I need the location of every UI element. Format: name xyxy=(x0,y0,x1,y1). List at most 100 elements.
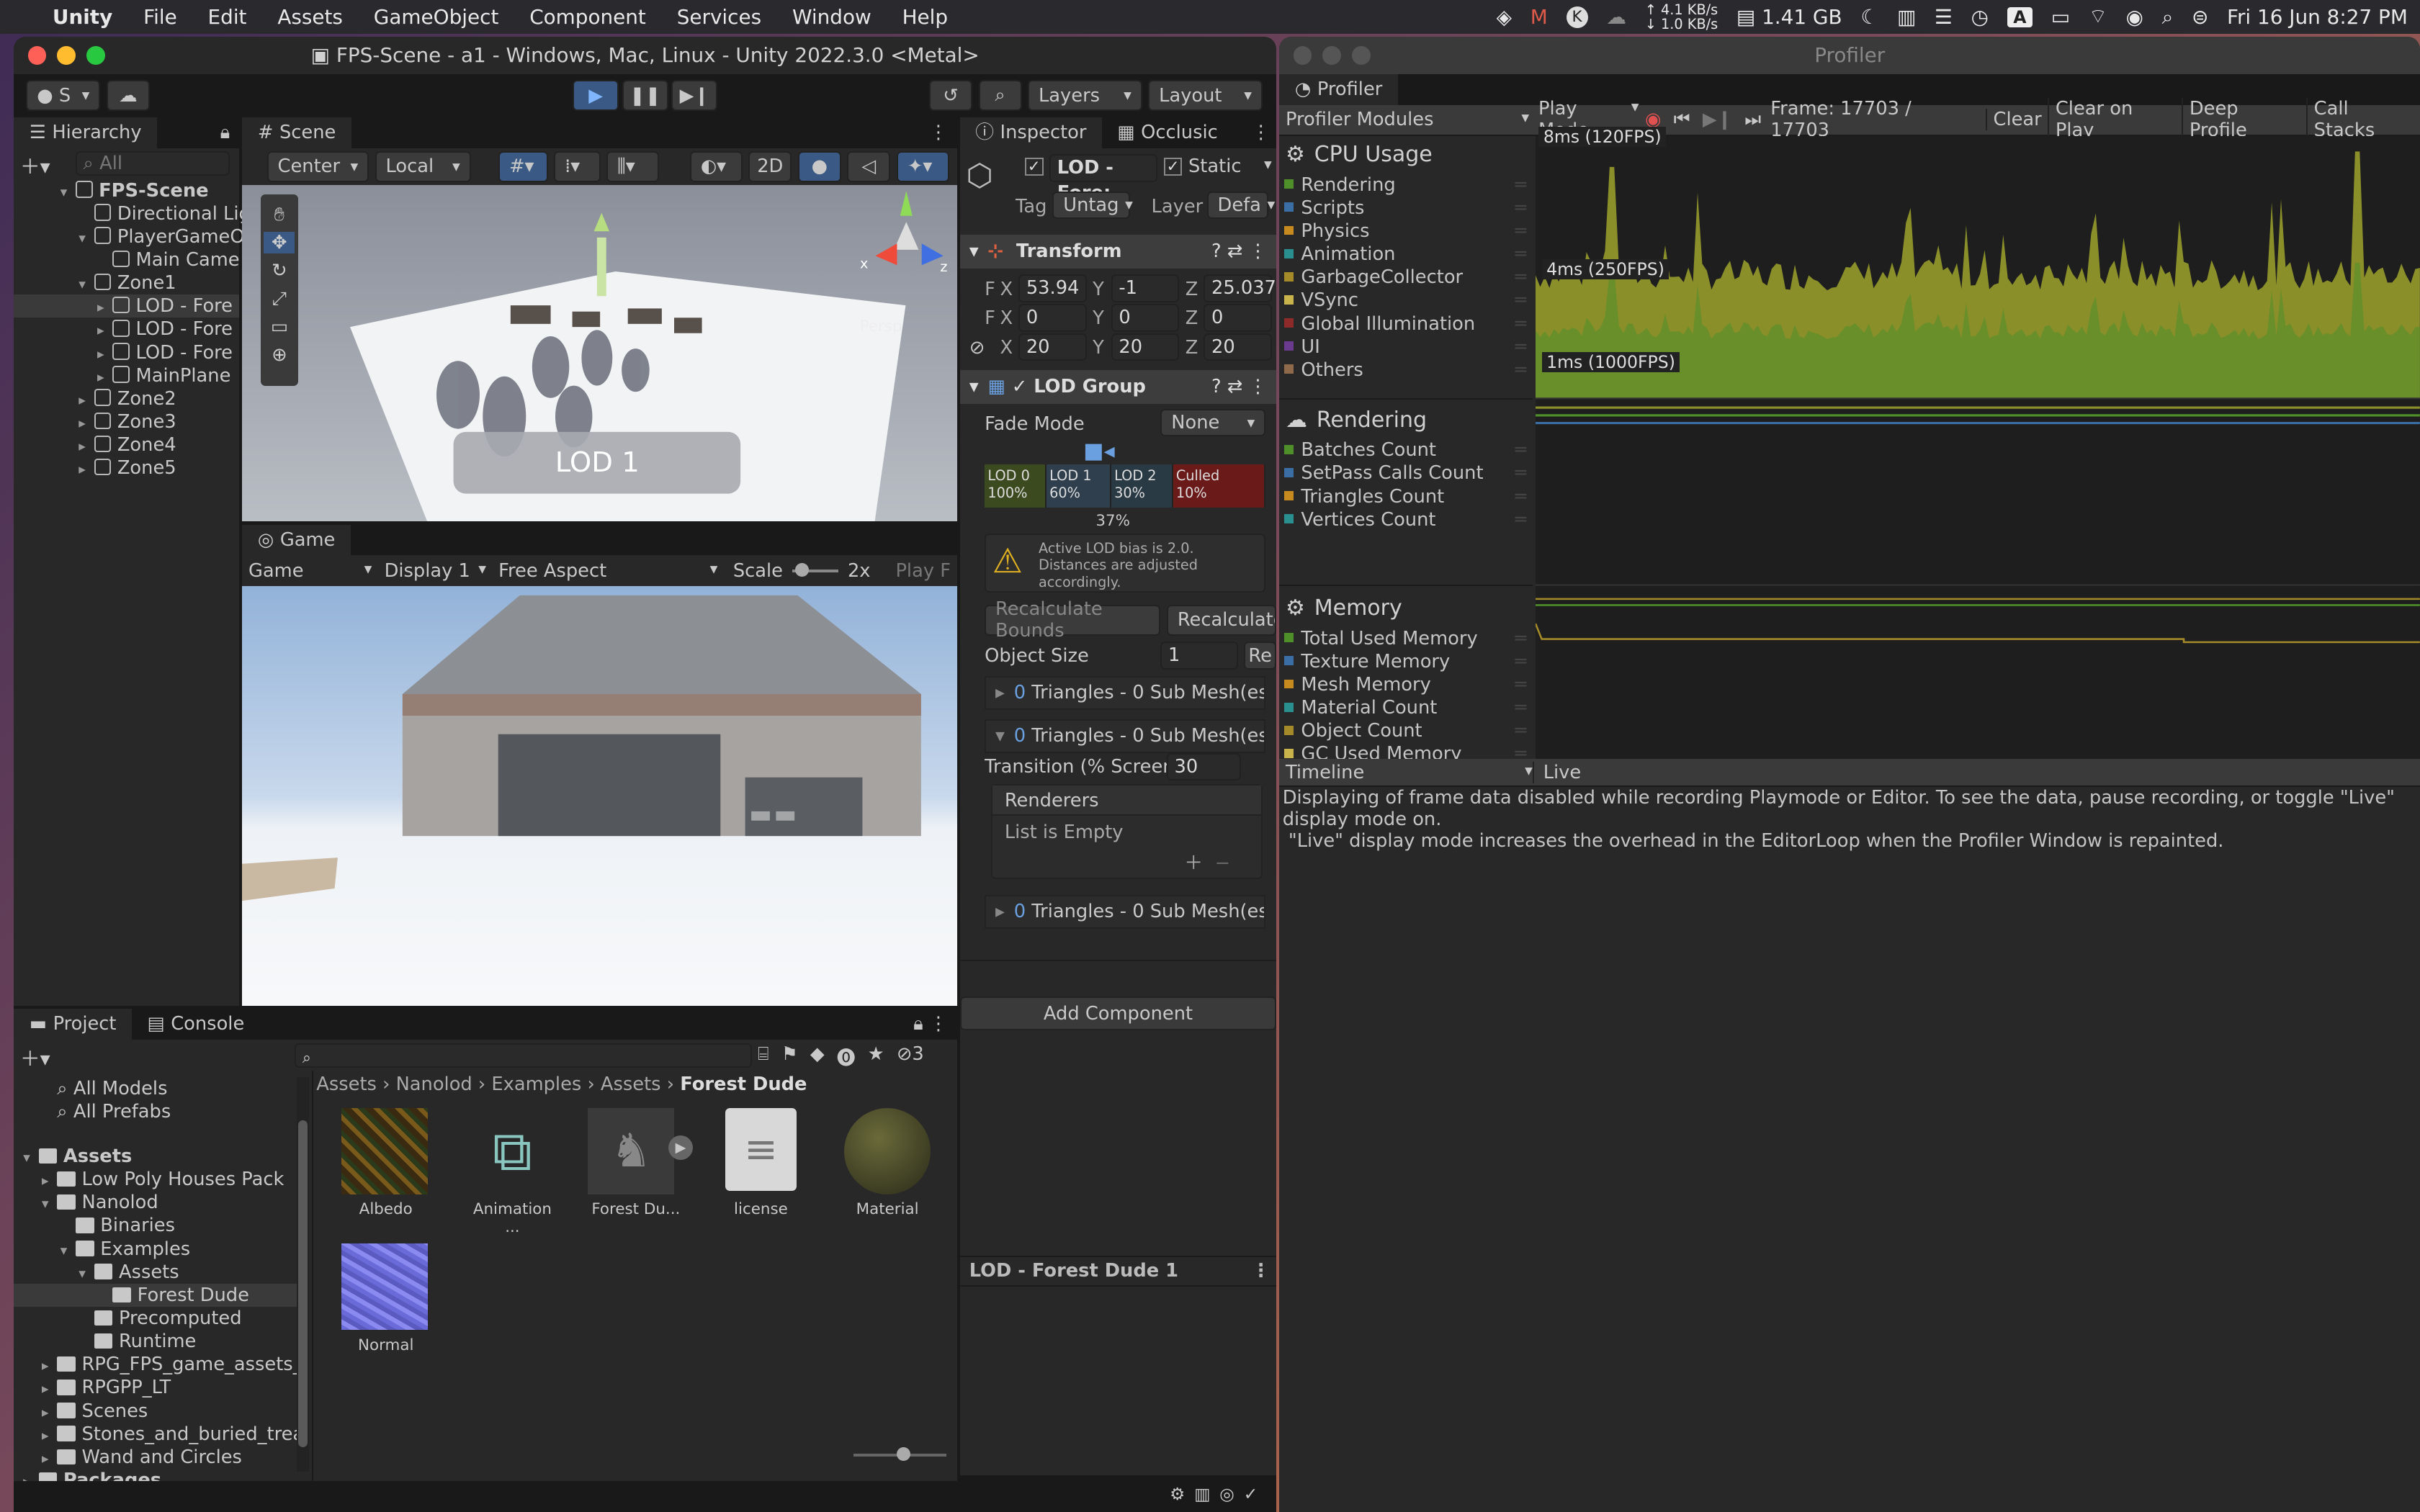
aspect-dropdown[interactable]: Free Aspect xyxy=(486,560,717,582)
clear-button[interactable]: Clear xyxy=(1985,109,2048,131)
call-stacks-button[interactable]: Call Stacks xyxy=(2306,98,2420,142)
audio-toggle[interactable]: ◁ xyxy=(847,150,891,182)
view-type-dropdown[interactable]: Timeline xyxy=(1279,762,1532,783)
hidden-packages-icon[interactable]: ⊘3 xyxy=(897,1043,924,1070)
scene-gizmo[interactable]: xz xyxy=(860,185,947,300)
drag-handle-icon[interactable]: ═ xyxy=(1515,197,1526,220)
project-folder[interactable]: Forest Dude xyxy=(97,1284,301,1307)
more-icon[interactable]: ⋮ xyxy=(1245,117,1276,148)
project-folder[interactable]: ▸ RPG_FPS_game_assets_in xyxy=(42,1353,301,1376)
project-folder[interactable]: ▸ Wand and Circles xyxy=(42,1446,301,1469)
drag-handle-icon[interactable]: ═ xyxy=(1515,742,1526,759)
datetime[interactable]: Fri 16 Jun 8:27 PM xyxy=(2227,5,2408,29)
asset-label-icon[interactable]: ◆ xyxy=(810,1043,825,1070)
drag-handle-icon[interactable]: ═ xyxy=(1515,336,1526,359)
pos-y-field[interactable]: -1 xyxy=(1111,274,1180,302)
hierarchy-search[interactable]: ⌕ All xyxy=(75,150,230,176)
rot-y-field[interactable]: 0 xyxy=(1111,304,1180,332)
asset-forest-dude[interactable]: ♞ ▶ Forest Du... xyxy=(588,1107,694,1218)
menu-file[interactable]: File xyxy=(128,5,192,29)
drag-handle-icon[interactable]: ═ xyxy=(1515,243,1526,266)
hand-tool-icon[interactable]: ✋︎ xyxy=(274,204,285,226)
memory-stat[interactable]: ▤ 1.41 GB xyxy=(1736,5,1842,29)
menu-edit[interactable]: Edit xyxy=(192,5,262,29)
minimize-button[interactable] xyxy=(57,46,76,65)
breadcrumb-3[interactable]: Assets xyxy=(601,1074,661,1095)
menu-app-name[interactable]: Unity xyxy=(37,5,127,29)
project-folder[interactable]: ▾ Nanolod xyxy=(42,1191,301,1214)
foldout-arrow-icon[interactable]: ▾ xyxy=(60,181,76,202)
legend-item[interactable]: Vertices Count ═ xyxy=(1279,508,1532,531)
asset-animation[interactable]: ⧉ Animation ... xyxy=(465,1108,560,1237)
project-folder[interactable]: ▸ RPGPP_LT xyxy=(42,1376,301,1399)
live-toggle[interactable]: Live xyxy=(1532,761,1590,783)
lod-segment-1[interactable]: LOD 1 60% xyxy=(1046,464,1111,508)
deep-profile-button[interactable]: Deep Profile xyxy=(2182,98,2306,142)
legend-item[interactable]: GC Used Memory ═ xyxy=(1279,742,1532,759)
foldout-arrow-icon[interactable]: ▸ xyxy=(79,458,94,480)
menu-gameobject[interactable]: GameObject xyxy=(358,5,514,29)
drag-handle-icon[interactable]: ═ xyxy=(1515,438,1526,462)
lod-bar[interactable]: LOD 0 100% LOD 1 60% LOD 2 30% Culled 10% xyxy=(985,464,1266,508)
next-frame-button[interactable]: ▶❙ xyxy=(1696,109,1738,130)
scale-y-field[interactable]: 20 xyxy=(1111,333,1180,361)
game-viewport[interactable] xyxy=(242,586,957,1007)
project-folder[interactable]: ▾ Examples xyxy=(60,1238,301,1261)
cpu-module[interactable]: ⚙ CPU Usage Rendering ═ Scripts ═ Physics ═ Ani… xyxy=(1279,136,1532,398)
scale-tool-icon[interactable]: ⤢ xyxy=(272,288,287,310)
more-icon[interactable]: ⋮ xyxy=(920,117,956,148)
battery-icon[interactable]: ▭ xyxy=(2051,5,2070,29)
foldout-arrow-icon[interactable]: ▸ xyxy=(97,319,112,341)
breadcrumb-1[interactable]: Nanolod xyxy=(396,1074,472,1095)
rotate-tool-icon[interactable]: ↻ xyxy=(272,260,287,282)
rot-x-field[interactable]: 0 xyxy=(1018,304,1087,332)
search-icon[interactable]: ⌕ xyxy=(2162,5,2174,30)
tab-game[interactable]: ◎ Game xyxy=(242,524,351,556)
legend-item[interactable]: Total Used Memory ═ xyxy=(1279,627,1532,650)
legend-item[interactable]: SetPass Calls Count ═ xyxy=(1279,462,1532,485)
legend-item[interactable]: Others ═ xyxy=(1279,359,1532,382)
sd-card-icon[interactable]: ▥ xyxy=(1897,5,1916,29)
minus-icon[interactable]: − xyxy=(1214,852,1230,874)
project-folder[interactable]: Binaries xyxy=(60,1214,301,1237)
legend-item[interactable]: Rendering ═ xyxy=(1279,174,1532,197)
add-button[interactable]: ＋▾ xyxy=(20,151,50,180)
legend-item[interactable]: Triangles Count ═ xyxy=(1279,485,1532,508)
game-view-dropdown[interactable]: Game xyxy=(242,560,372,582)
legend-item[interactable]: Global Illumination ═ xyxy=(1279,312,1532,336)
tab-inspector[interactable]: ⓘ Inspector xyxy=(959,117,1102,148)
recalculate-button[interactable]: Recalculate xyxy=(1166,604,1277,636)
lod-row-0[interactable]: ▸ 0 Triangles - 0 Sub Mesh(es) xyxy=(985,675,1266,710)
filter-label-icon[interactable]: ⚑ xyxy=(781,1043,798,1070)
project-folder[interactable]: ▾ Assets xyxy=(79,1261,301,1284)
foldout-arrow-icon[interactable]: ▸ xyxy=(42,1377,57,1399)
foldout-arrow-icon[interactable]: ▾ xyxy=(79,227,94,248)
drag-handle-icon[interactable]: ═ xyxy=(1515,220,1526,243)
rot-z-field[interactable]: 0 xyxy=(1204,304,1272,332)
project-search[interactable]: ⌕ xyxy=(295,1043,752,1068)
drag-handle-icon[interactable]: ═ xyxy=(1515,359,1526,382)
k-icon[interactable]: K xyxy=(1566,6,1588,28)
control-center-icon[interactable]: ⊜ xyxy=(2192,5,2208,29)
legend-item[interactable]: Physics ═ xyxy=(1279,220,1532,243)
zoom-button[interactable] xyxy=(86,46,105,65)
layer-dropdown[interactable]: Defa xyxy=(1206,191,1269,220)
menu-help[interactable]: Help xyxy=(887,5,963,29)
status-icons[interactable]: ⚙▥◎✓ xyxy=(1170,1484,1267,1504)
pos-z-field[interactable]: 25.037 xyxy=(1204,274,1276,302)
grid-snap-button[interactable]: #▾ xyxy=(498,150,548,182)
foldout-arrow-icon[interactable]: ▸ xyxy=(42,1354,57,1376)
transform-header[interactable]: ▾ ⊹ Transform ? ⇄ ⋮ xyxy=(959,234,1277,269)
breadcrumb-2[interactable]: Examples xyxy=(491,1074,581,1095)
component-menu-icons[interactable]: ? ⇄ ⋮ xyxy=(1211,235,1267,269)
log-icon[interactable]: ⓿ xyxy=(837,1043,856,1070)
foldout-arrow-icon[interactable]: ▸ xyxy=(42,1447,57,1469)
foldout-arrow-icon[interactable]: ▸ xyxy=(97,296,112,318)
project-folder[interactable]: ▸ Scenes xyxy=(42,1400,301,1423)
static-dropdown[interactable]: Static xyxy=(1188,156,1272,177)
legend-item[interactable]: UI ═ xyxy=(1279,336,1532,359)
breadcrumb-4[interactable]: Forest Dude xyxy=(680,1074,807,1095)
space-dropdown[interactable]: Local xyxy=(375,150,471,182)
legend-item[interactable]: GarbageCollector ═ xyxy=(1279,266,1532,289)
memory-module[interactable]: ⚙ Memory Total Used Memory ═ Texture Memory… xyxy=(1279,590,1532,759)
